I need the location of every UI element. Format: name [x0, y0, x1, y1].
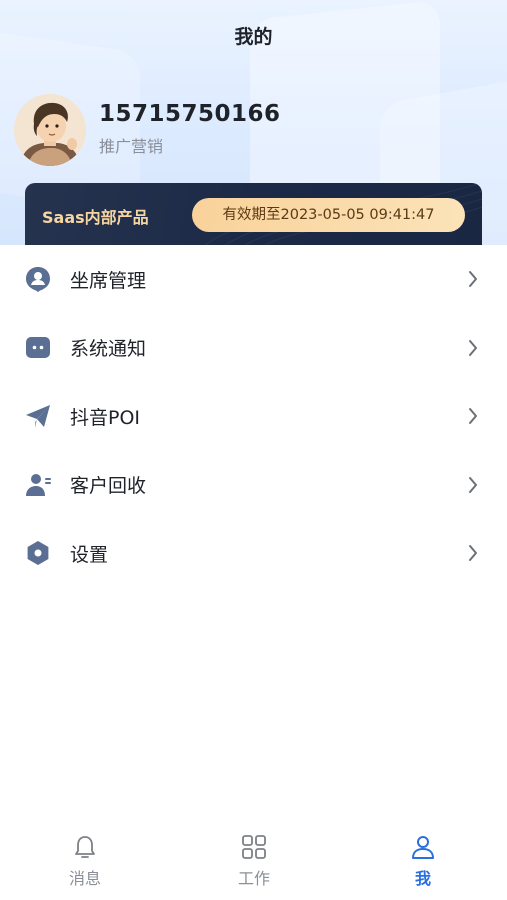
page-title: 我的 — [234, 26, 273, 48]
avatar-illustration — [14, 94, 86, 166]
menu-item-label: 系统通知 — [70, 338, 147, 361]
bell-icon — [75, 836, 95, 858]
membership-name: Saas内部产品 — [42, 208, 149, 227]
chevron-right-icon — [469, 339, 477, 356]
menu-item-settings[interactable]: 设置 — [0, 519, 507, 588]
menu-item-label: 客户回收 — [70, 475, 147, 498]
grid-icon — [242, 835, 266, 859]
menu-item-seat-management[interactable]: 坐席管理 — [0, 245, 507, 314]
tab-work[interactable]: 工作 — [194, 833, 314, 889]
menu-item-customer-recycle[interactable]: 客户回收 — [0, 451, 507, 520]
menu-item-system-notification[interactable]: 系统通知 — [0, 314, 507, 383]
membership-expiry-badge: 有效期至2023-05-05 09:41:47 — [192, 198, 465, 232]
chat-bubble-icon — [26, 336, 50, 358]
membership-card[interactable]: Saas内部产品 有效期至2023-05-05 09:41:47 — [25, 183, 482, 245]
avatar[interactable] — [14, 94, 86, 166]
tab-label: 工作 — [237, 869, 270, 888]
user-role: 推广营销 — [99, 137, 164, 156]
tab-messages[interactable]: 消息 — [25, 833, 145, 889]
chevron-right-icon — [469, 408, 477, 425]
menu-item-douyin-poi[interactable]: 抖音POI — [0, 382, 507, 451]
menu-item-label: 坐席管理 — [70, 269, 147, 292]
username: 15715750166 — [99, 101, 281, 127]
gear-icon — [27, 541, 49, 566]
user-circle-icon — [26, 267, 50, 293]
tab-label: 消息 — [68, 869, 101, 888]
menu-item-label: 设置 — [70, 543, 109, 566]
person-icon — [412, 836, 434, 859]
chevron-right-icon — [469, 545, 477, 562]
chevron-right-icon — [469, 476, 477, 493]
settings-menu: 坐席管理 系统通知 抖音POI 客户回收 设置 — [0, 245, 507, 588]
chevron-right-icon — [469, 271, 477, 288]
paper-plane-icon — [26, 405, 50, 429]
bottom-tab-bar: 消息 工作 我 — [0, 823, 507, 900]
tab-label: 我 — [414, 869, 431, 888]
menu-item-label: 抖音POI — [70, 406, 141, 429]
user-recycle-icon — [26, 473, 51, 496]
tab-me[interactable]: 我 — [363, 833, 483, 889]
